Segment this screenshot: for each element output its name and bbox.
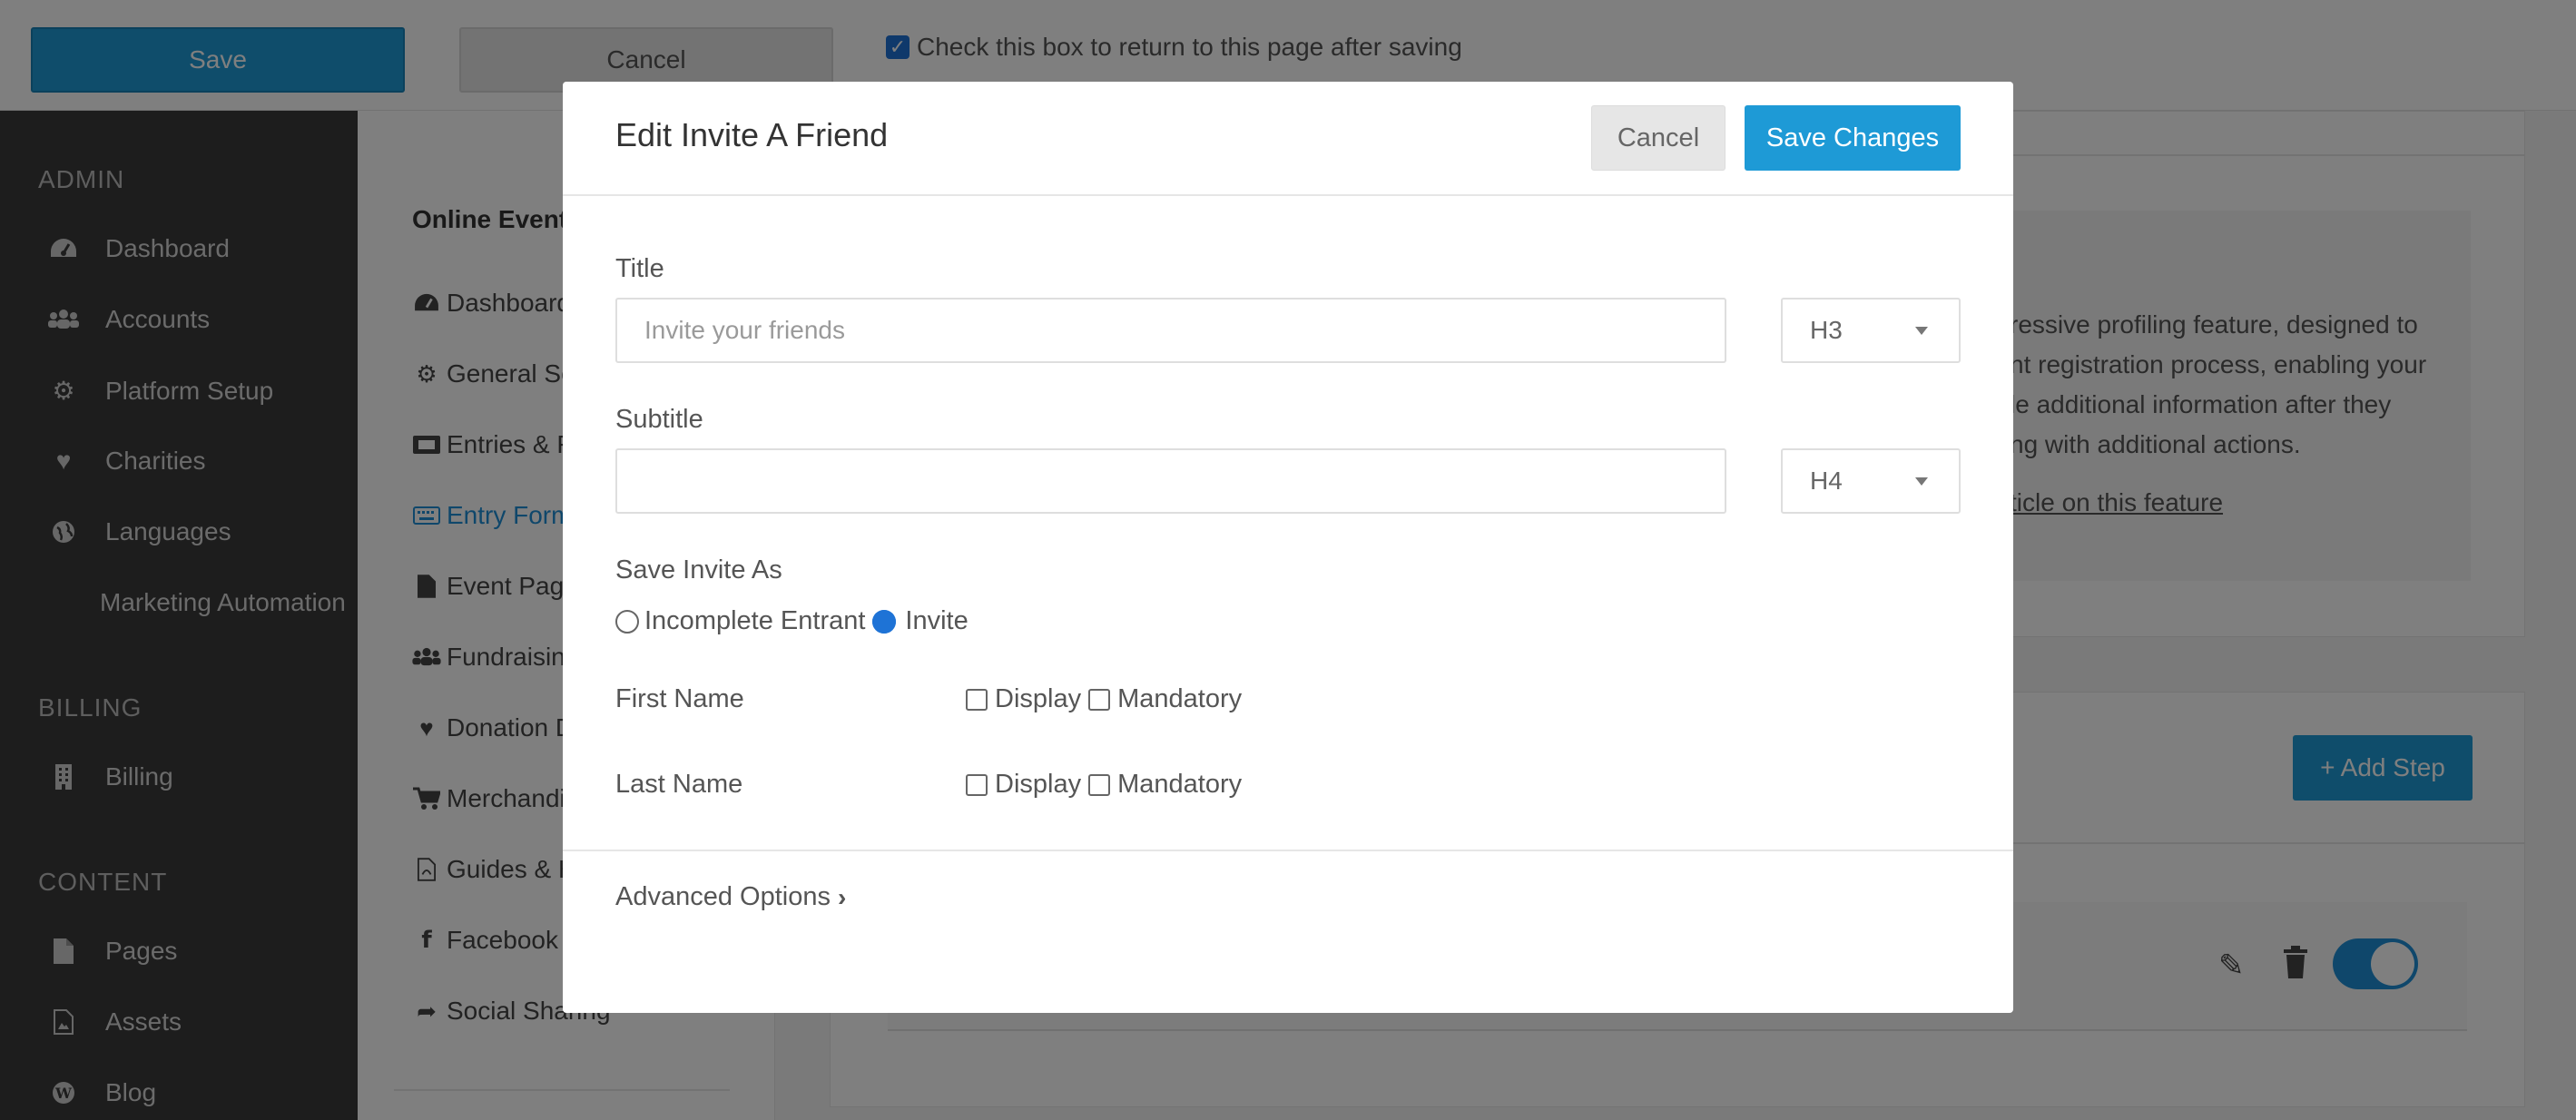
first-name-display-checkbox[interactable] [966,688,988,711]
subtitle-heading-select[interactable]: H4 [1781,448,1961,514]
last-name-label: Last Name [615,770,743,799]
save-changes-button[interactable]: Save Changes [1745,105,1961,171]
mandatory-label: Mandatory [1117,684,1243,713]
title-heading-value: H3 [1810,316,1843,344]
invite-radio[interactable] [872,609,897,634]
modal-body-divider [563,850,2013,851]
chevron-down-icon [1915,477,1928,486]
display-label: Display [995,770,1082,799]
subtitle-heading-value: H4 [1810,467,1843,495]
last-name-display-checkbox[interactable] [966,773,988,796]
modal-cancel-button[interactable]: Cancel [1591,105,1726,171]
chevron-down-icon [1915,327,1928,335]
subtitle-input[interactable] [615,448,1726,514]
save-as-radio-group: Incomplete Entrant Invite [615,606,968,636]
advanced-options-toggle[interactable]: Advanced Options › [615,882,846,912]
incomplete-entrant-radio[interactable] [615,609,639,634]
title-heading-select[interactable]: H3 [1781,298,1961,363]
chevron-right-icon: › [837,882,847,911]
last-name-mandatory-checkbox[interactable] [1088,773,1111,796]
edit-invite-modal: Edit Invite A Friend Cancel Save Changes… [563,82,2013,1013]
mandatory-label: Mandatory [1117,770,1243,799]
advanced-options-label: Advanced Options [615,882,831,911]
modal-header-divider [563,194,2013,196]
save-as-label: Save Invite As [615,555,782,585]
title-label: Title [615,254,664,283]
first-name-label: First Name [615,684,744,713]
title-input[interactable] [615,298,1726,363]
invite-label: Invite [905,606,968,635]
display-label: Display [995,684,1082,713]
subtitle-label: Subtitle [615,405,703,434]
incomplete-entrant-label: Incomplete Entrant [644,606,866,635]
modal-title: Edit Invite A Friend [615,116,889,153]
first-name-mandatory-checkbox[interactable] [1088,688,1111,711]
first-name-options: Display Mandatory [966,684,1242,714]
last-name-options: Display Mandatory [966,770,1242,800]
